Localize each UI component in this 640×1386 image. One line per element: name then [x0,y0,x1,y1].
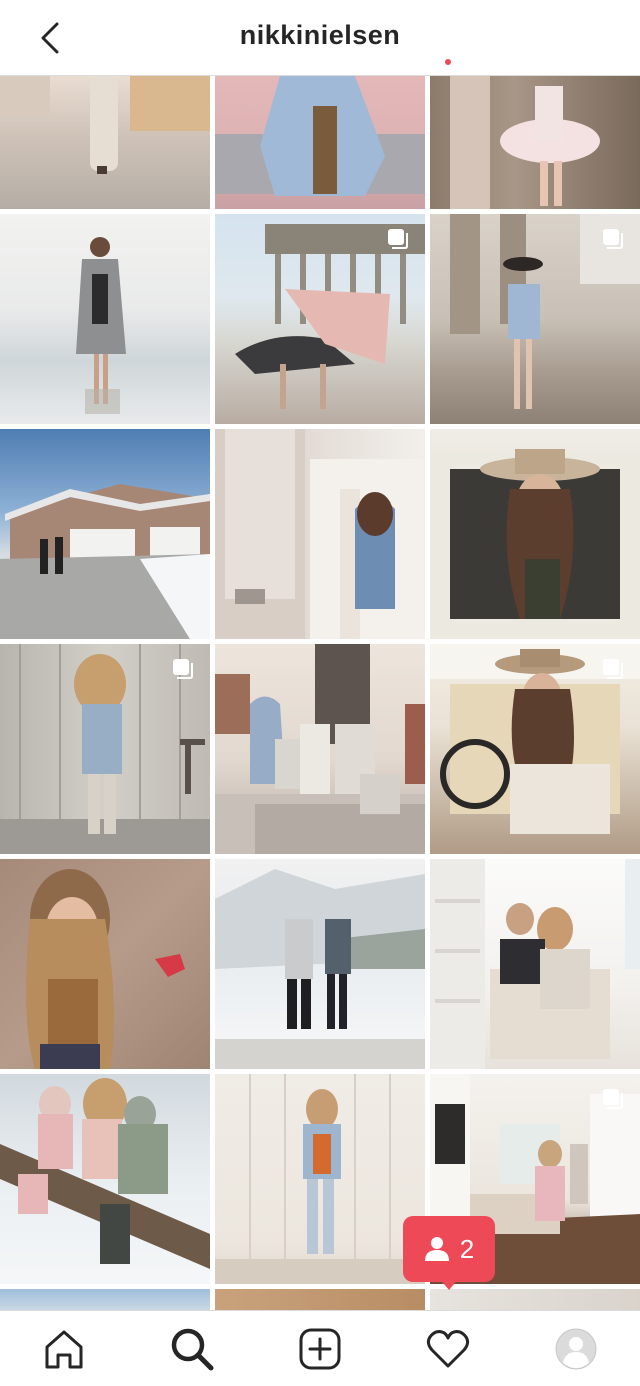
photo-row7-middle[interactable] [215,1289,425,1310]
home-button[interactable] [40,1325,88,1373]
photo-couple-in-snow[interactable] [215,859,425,1069]
photo-girl-climbing-wall[interactable] [0,859,210,1069]
toast-pointer [439,1278,459,1290]
bottom-navigation [0,1310,640,1386]
activity-button[interactable] [424,1325,472,1373]
photo-family-on-couch[interactable] [430,859,640,1069]
multi-image-icon [388,229,408,249]
photo-denim-jacket-closeup[interactable] [215,76,425,209]
photo-snow-house[interactable] [0,429,210,639]
person-icon [424,1237,449,1261]
photo-woman-truck-seat[interactable] [430,644,640,854]
photo-grid [0,76,640,1310]
follower-notification-toast[interactable]: 2 [403,1216,495,1282]
photo-row7-left[interactable] [0,1289,210,1310]
photo-pier-blanket[interactable] [215,214,425,424]
multi-image-icon [603,659,623,679]
notification-count: 2 [459,1233,475,1264]
photo-girl-white-wall[interactable] [215,1074,425,1284]
new-post-button[interactable] [296,1325,344,1373]
activity-notification-dot [445,59,451,65]
photo-row7-right[interactable] [430,1289,640,1310]
photo-beach-kimono[interactable] [0,214,210,424]
photo-girl-by-shed[interactable] [0,644,210,854]
photo-kids-on-log[interactable] [0,1074,210,1284]
photo-street-walk[interactable] [0,76,210,209]
multi-image-icon [603,1089,623,1109]
photo-girl-at-wall[interactable] [215,429,425,639]
photo-tutu-girl[interactable] [430,76,640,209]
home-icon [45,1330,83,1369]
top-bar: nikkinielsen [0,0,640,76]
new-post-icon [299,1328,341,1370]
multi-image-icon [173,659,193,679]
profile-avatar [555,1328,597,1370]
profile-button[interactable] [552,1325,600,1373]
search-icon [171,1328,214,1371]
multi-image-icon [603,229,623,249]
photo-pier-girl-hat[interactable] [430,214,640,424]
profile-username[interactable]: nikkinielsen [0,20,640,51]
photo-family-on-steps[interactable] [215,644,425,854]
search-button[interactable] [168,1325,216,1373]
photo-woman-in-truck[interactable] [430,429,640,639]
activity-icon [426,1330,470,1368]
